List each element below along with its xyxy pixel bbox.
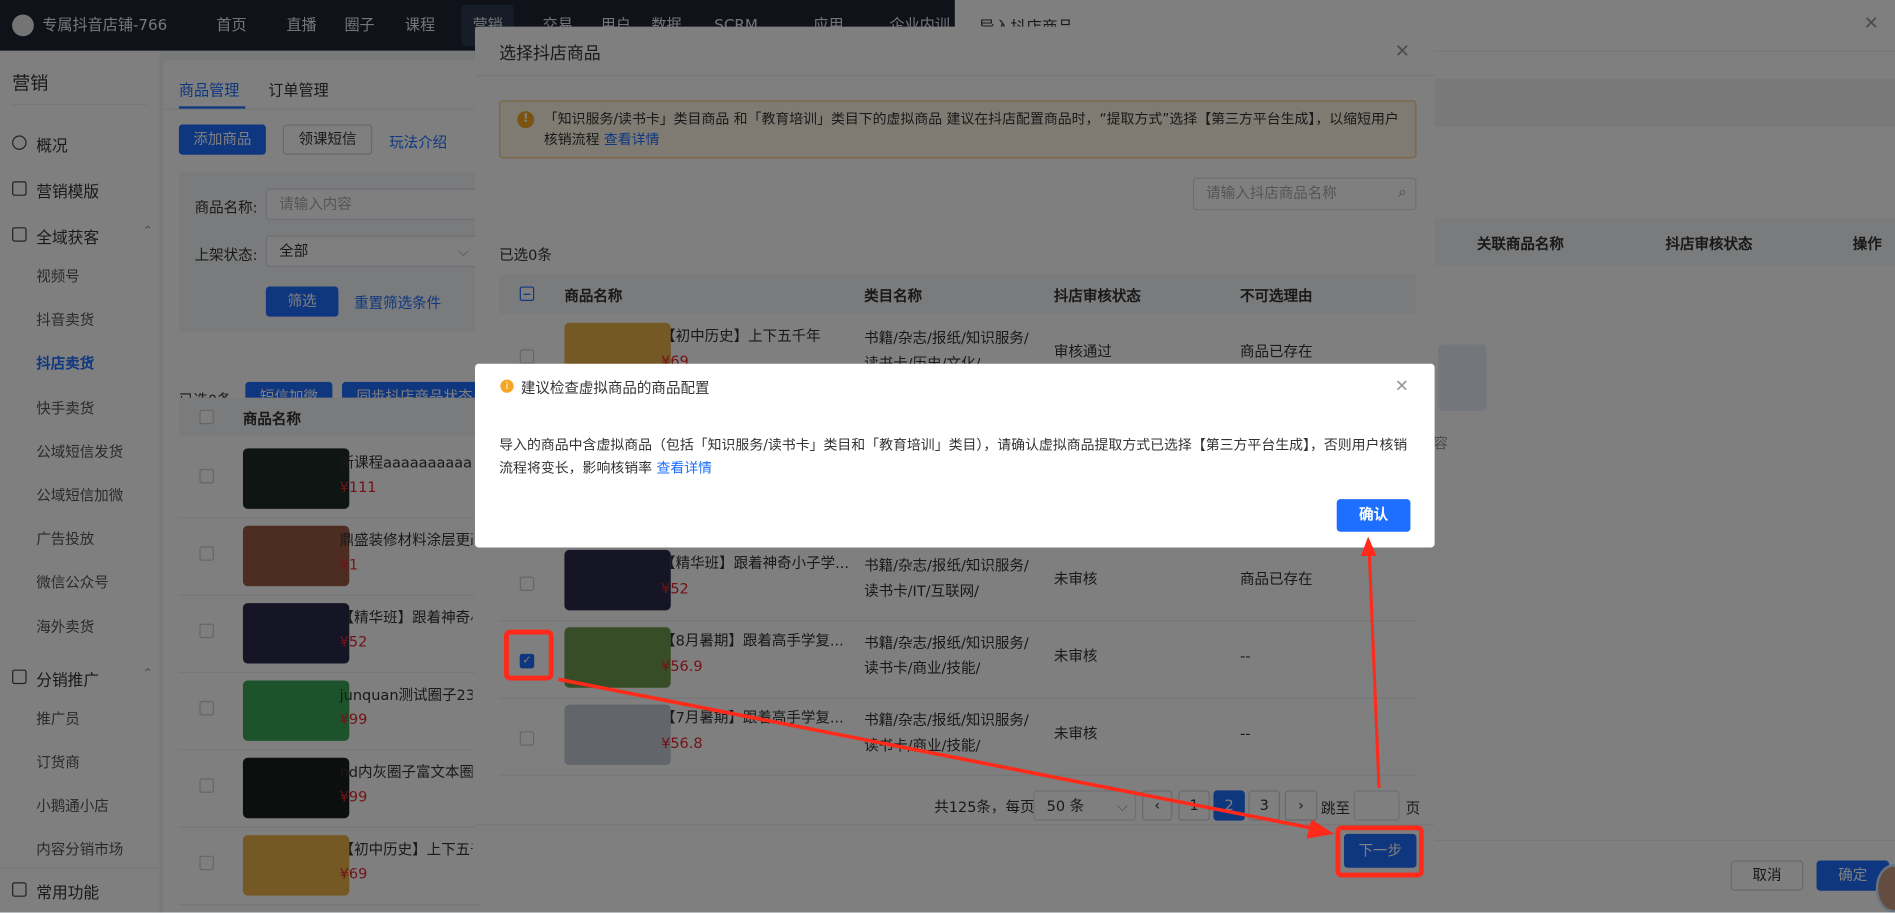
annotation-arrow-line [1367,553,1381,789]
annotation-box-checkbox [503,629,554,681]
annotation-arrow-head [1306,819,1335,839]
annotation-overlay [503,536,1424,878]
annotation-arrow-line [558,677,1318,831]
annotation-arrow-head [1360,536,1377,556]
annotation-box-next-step [1335,825,1424,878]
screen: 专属抖音店铺-766 首页直播圈子课程营销交易用户数据SCRM应用企业内训 营销… [0,0,1895,913]
